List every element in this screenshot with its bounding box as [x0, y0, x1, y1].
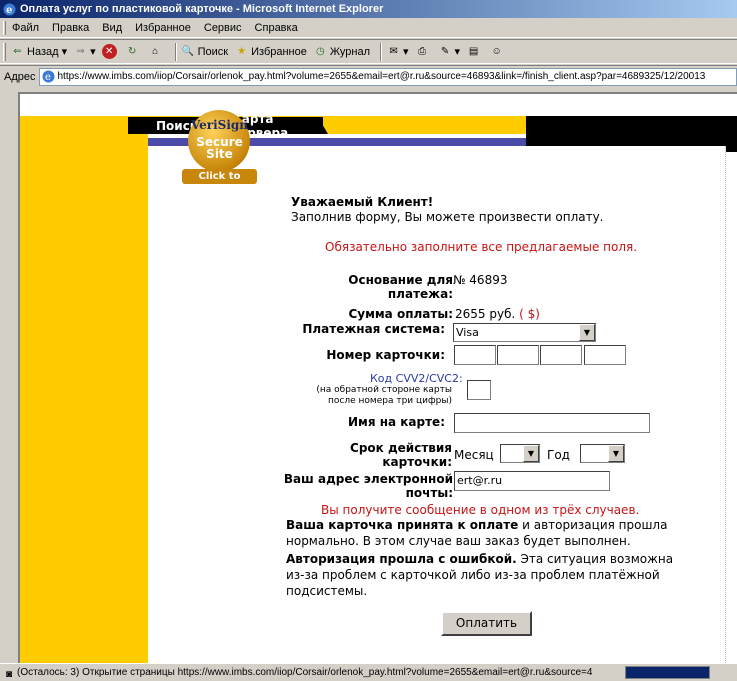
year-select[interactable]: ▼	[580, 444, 625, 463]
discuss-button[interactable]: ▤	[466, 44, 483, 59]
window-titlebar: e Оплата услуг по пластиковой карточке -…	[0, 0, 737, 18]
month-label: Месяц	[454, 448, 494, 462]
stop-button[interactable]: ✕	[101, 44, 119, 59]
print-icon: ⎙	[418, 46, 427, 57]
status-bar: ◙ (Осталось: 3) Открытие страницы https:…	[0, 663, 737, 681]
menu-help[interactable]: Справка	[255, 22, 298, 34]
favorites-icon: ★	[237, 46, 247, 57]
month-select[interactable]: ▼	[500, 444, 540, 463]
card-label: Номер карточки:	[326, 348, 445, 362]
print-button[interactable]: ⎙	[415, 44, 432, 59]
ie-icon: e	[3, 3, 16, 16]
page-icon: ◙	[5, 668, 13, 680]
notice-text: Вы получите сообщение в одном из трёх сл…	[321, 503, 640, 517]
system-label: Платежная система:	[302, 322, 445, 336]
case1-line1: Ваша карточка принята к оплате и авториз…	[286, 518, 668, 532]
back-arrow-icon: ⇐	[13, 46, 22, 57]
menu-favorites[interactable]: Избранное	[135, 22, 191, 34]
basis-value: № 46893	[453, 273, 508, 287]
svg-text:e: e	[6, 5, 12, 16]
left-band	[20, 134, 148, 663]
verify-link[interactable]: Click to verify	[182, 169, 257, 197]
address-bar: Адрес e https://www.imbs.com/iiop/Corsai…	[0, 65, 737, 87]
currency-link[interactable]: ( $)	[519, 307, 540, 321]
dropdown-arrow-icon: ▼	[608, 445, 624, 462]
case2-line3: подсистемы.	[286, 584, 368, 598]
email-label: Ваш адрес электронной почты:	[283, 472, 453, 500]
cvv-label[interactable]: Код CVV2/CVC2:	[370, 372, 463, 385]
intro-text: Заполнив форму, Вы можете произвести опл…	[291, 210, 604, 224]
dropdown-arrow-icon: ▼	[579, 324, 595, 341]
forward-button[interactable]: ⇒ ▾	[73, 44, 95, 59]
browser-toolbar: ⇐ Назад ▾ ⇒ ▾ ✕ ↻ ⌂ 🔍 Поиск ★ Избранное ◷…	[0, 39, 737, 64]
amount-value: 2655 руб. ( $)	[455, 307, 540, 321]
case1-line2: нормально. В этом случае ваш заказ будет…	[286, 534, 631, 548]
mail-button[interactable]: ✉ ▾	[386, 44, 408, 59]
page-icon: e	[42, 70, 54, 83]
history-button[interactable]: ◷ Журнал	[313, 44, 370, 59]
address-input[interactable]: e https://www.imbs.com/iiop/Corsair/orle…	[38, 67, 737, 86]
payment-system-select[interactable]: Visa ▼	[453, 323, 596, 342]
refresh-button[interactable]: ↻	[125, 44, 142, 59]
refresh-icon: ↻	[127, 46, 137, 57]
address-url: https://www.imbs.com/iiop/Corsair/orleno…	[57, 71, 706, 82]
menu-file[interactable]: Файл	[12, 22, 39, 34]
progress-bar	[625, 666, 710, 679]
verisign-badge[interactable]: VeriSign Secure Site Click to verify	[182, 110, 257, 197]
messenger-button[interactable]: ☺	[489, 44, 506, 59]
dropdown-arrow-icon: ▼	[523, 445, 539, 462]
window-title: Оплата услуг по пластиковой карточке - M…	[20, 3, 384, 15]
mail-icon: ✉	[389, 46, 398, 57]
status-text: (Осталось: 3) Открытие страницы https://…	[17, 667, 593, 678]
expiry-label: Срок действия карточки:	[350, 441, 452, 469]
search-button[interactable]: 🔍 Поиск	[181, 44, 228, 59]
greeting: Уважаемый Клиент!	[291, 195, 434, 209]
menu-bar: Файл Правка Вид Избранное Сервис Справка	[0, 18, 737, 38]
card-number-part-1[interactable]	[454, 345, 496, 365]
document-icon: ▤	[468, 46, 479, 57]
edit-button[interactable]: ✎ ▾	[438, 44, 460, 59]
menu-tools[interactable]: Сервис	[204, 22, 242, 34]
edit-icon: ✎	[440, 46, 450, 57]
pay-button[interactable]: Оплатить	[441, 611, 532, 636]
cvv-hint: (на обратной стороне карты после номера …	[316, 385, 452, 406]
year-label: Год	[547, 448, 570, 462]
favorites-button[interactable]: ★ Избранное	[234, 44, 307, 59]
history-icon: ◷	[316, 46, 325, 57]
progress-fill	[626, 667, 709, 678]
case2-line2: из-за проблем с карточкой либо из-за про…	[286, 568, 660, 582]
name-label: Имя на карте:	[347, 415, 445, 429]
address-label: Адрес	[4, 70, 36, 83]
basis-label: Основание для платежа:	[348, 273, 453, 301]
forward-arrow-icon: ⇒	[76, 46, 85, 57]
menu-view[interactable]: Вид	[102, 22, 122, 34]
search-icon: 🔍	[181, 46, 195, 57]
home-button[interactable]: ⌂	[148, 44, 165, 59]
cardholder-name-input[interactable]	[454, 413, 650, 433]
stop-icon: ✕	[101, 44, 117, 59]
menu-edit[interactable]: Правка	[52, 22, 89, 34]
card-number-part-3[interactable]	[540, 345, 582, 365]
messenger-icon: ☺	[491, 46, 502, 57]
cvv-input[interactable]	[467, 380, 491, 400]
card-number-part-4[interactable]	[584, 345, 626, 365]
card-number-part-2[interactable]	[497, 345, 539, 365]
email-input[interactable]: ert@r.ru	[454, 471, 610, 491]
case2-line1: Авторизация прошла с ошибкой. Эта ситуац…	[286, 552, 674, 566]
back-button[interactable]: ⇐ Назад ▾	[10, 44, 67, 59]
home-icon: ⌂	[152, 46, 159, 57]
required-note: Обязательно заполните все предлагаемые п…	[325, 240, 638, 254]
amount-label: Сумма оплаты:	[348, 307, 453, 321]
svg-text:e: e	[45, 72, 51, 83]
